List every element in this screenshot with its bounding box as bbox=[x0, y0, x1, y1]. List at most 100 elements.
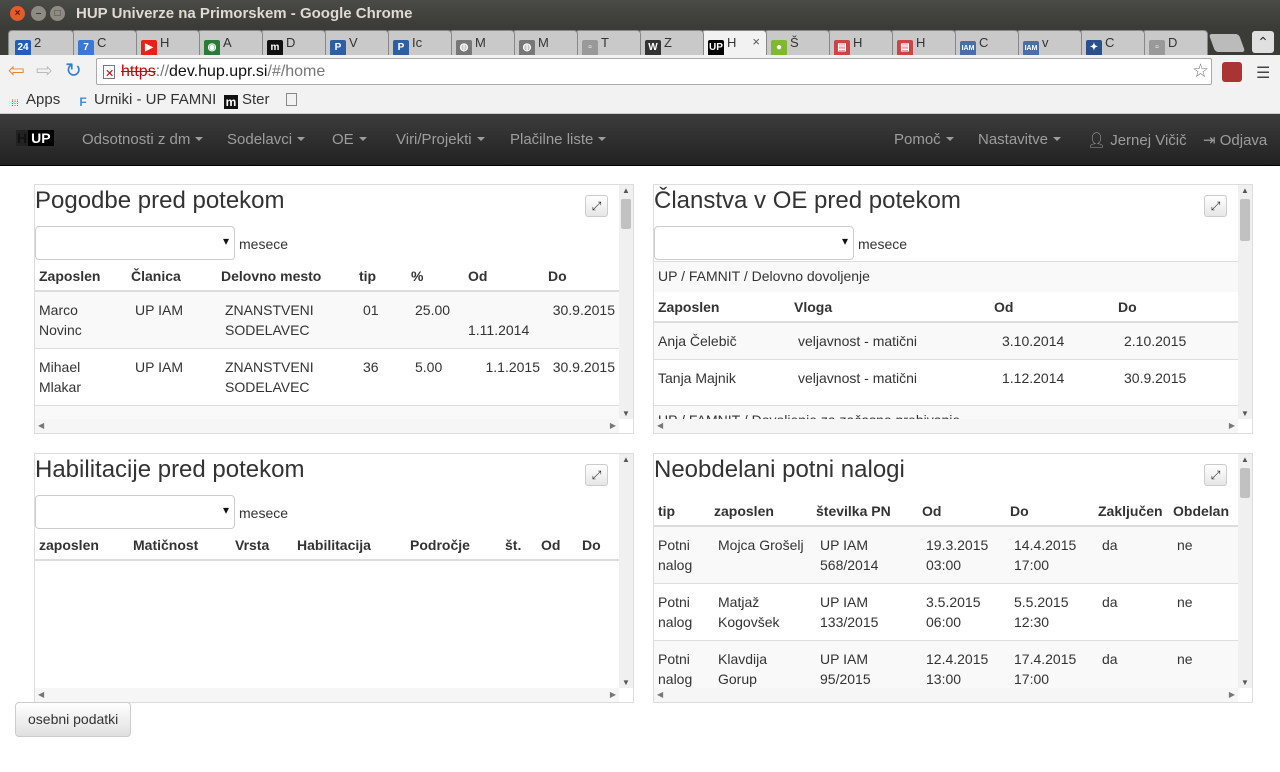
vertical-scrollbar[interactable]: ▲ ▼ bbox=[1238, 454, 1252, 688]
scroll-up-icon[interactable]: ▲ bbox=[622, 186, 630, 195]
scroll-left-icon[interactable]: ◀ bbox=[657, 421, 663, 430]
vertical-scrollbar[interactable]: ▲ ▼ bbox=[619, 185, 633, 419]
table-row[interactable]: Tanja Majnik veljavnost - matični 1.12.2… bbox=[654, 359, 1238, 396]
browser-tab[interactable]: ◍ M bbox=[512, 30, 578, 55]
table-row[interactable]: Potni nalog Matjaž Kogovšek UP IAM 133/2… bbox=[654, 583, 1238, 641]
address-bar[interactable]: https://dev.hup.upr.si/#/home ☆ bbox=[96, 58, 1212, 87]
col-header[interactable]: tip bbox=[654, 496, 710, 527]
scroll-down-icon[interactable]: ▼ bbox=[1241, 678, 1249, 687]
col-header[interactable]: Matičnost bbox=[129, 530, 231, 561]
horizontal-scrollbar[interactable]: ◀ ▶ bbox=[654, 688, 1238, 702]
horizontal-scrollbar[interactable]: ◀ ▶ bbox=[35, 688, 619, 702]
browser-tab[interactable]: ▤ H bbox=[827, 30, 893, 55]
scroll-up-icon[interactable]: ▲ bbox=[1241, 455, 1249, 464]
col-header[interactable]: % bbox=[407, 261, 464, 292]
nav-placilne-liste[interactable]: Plačilne liste bbox=[510, 131, 607, 148]
window-minimize-button[interactable]: – bbox=[31, 6, 46, 21]
scrollbar-thumb[interactable] bbox=[621, 199, 631, 229]
scroll-left-icon[interactable]: ◀ bbox=[38, 690, 44, 699]
col-header[interactable]: Od bbox=[918, 496, 1006, 527]
col-header[interactable]: št. bbox=[501, 530, 537, 561]
scroll-down-icon[interactable]: ▼ bbox=[622, 409, 630, 418]
star-icon[interactable]: ☆ bbox=[1192, 59, 1209, 84]
col-header[interactable]: Od bbox=[990, 292, 1114, 323]
bookmark-apps[interactable]: ⁞⁞⁞ Apps bbox=[8, 91, 60, 110]
col-header[interactable]: zaposlen bbox=[710, 496, 812, 527]
vertical-scrollbar[interactable]: ▲ ▼ bbox=[619, 454, 633, 688]
browser-tab[interactable]: ▤ H bbox=[890, 30, 956, 55]
tab-list-icon[interactable]: ⌃ bbox=[1252, 31, 1274, 53]
back-arrow-icon[interactable]: ⇦ bbox=[8, 61, 25, 81]
bookmark-page[interactable] bbox=[286, 91, 301, 108]
browser-tab[interactable]: ▫ D bbox=[1142, 30, 1208, 55]
col-header[interactable]: Zaključen bbox=[1094, 496, 1169, 527]
scroll-left-icon[interactable]: ◀ bbox=[38, 421, 44, 430]
table-row[interactable]: Potni nalog Mojca Grošelj UP IAM 568/201… bbox=[654, 525, 1238, 584]
nav-help[interactable]: Pomoč bbox=[894, 131, 954, 148]
col-header[interactable]: Od bbox=[464, 261, 544, 292]
months-select[interactable] bbox=[654, 226, 854, 260]
hamburger-menu-icon[interactable]: ☰ bbox=[1256, 63, 1270, 83]
forward-arrow-icon[interactable]: ⇨ bbox=[36, 61, 53, 81]
table-row[interactable]: Mihael Mlakar UP IAM ZNANSTVENI SODELAVE… bbox=[35, 348, 619, 406]
nav-user[interactable]: 👤︎ Jernej Vičič bbox=[1087, 131, 1187, 149]
browser-tab[interactable]: ▫ T bbox=[575, 30, 641, 55]
scrollbar-thumb[interactable] bbox=[1240, 199, 1250, 241]
new-tab-button[interactable] bbox=[1208, 34, 1246, 52]
horizontal-scrollbar[interactable]: ◀ ▶ bbox=[654, 419, 1238, 433]
bookmark-ster[interactable]: m Ster bbox=[224, 91, 270, 109]
scroll-right-icon[interactable]: ▶ bbox=[1229, 690, 1235, 699]
col-header[interactable]: Do bbox=[544, 261, 619, 292]
browser-tab[interactable]: PV bbox=[323, 30, 389, 55]
col-header[interactable]: Obdelan bbox=[1169, 496, 1238, 527]
nav-settings[interactable]: Nastavitve bbox=[978, 131, 1062, 148]
vertical-scrollbar[interactable]: ▲ ▼ bbox=[1238, 185, 1252, 419]
window-maximize-button[interactable]: □ bbox=[50, 6, 65, 21]
expand-icon[interactable]: ⤢ bbox=[1204, 195, 1227, 217]
window-close-button[interactable]: × bbox=[10, 6, 25, 21]
bookmark-urniki[interactable]: F Urniki - UP FAMNI bbox=[76, 91, 216, 109]
hup-logo[interactable]: H UP bbox=[16, 130, 54, 150]
nav-oe[interactable]: OE bbox=[332, 131, 367, 148]
nav-logout[interactable]: ⇥ Odjava bbox=[1203, 131, 1267, 149]
scroll-left-icon[interactable]: ◀ bbox=[657, 690, 663, 699]
months-select[interactable] bbox=[35, 495, 235, 529]
scroll-up-icon[interactable]: ▲ bbox=[1241, 186, 1249, 195]
scroll-up-icon[interactable]: ▲ bbox=[622, 455, 630, 464]
col-header[interactable]: Od bbox=[537, 530, 578, 561]
browser-tab[interactable]: ◍ M bbox=[449, 30, 515, 55]
close-icon[interactable]: × bbox=[752, 34, 760, 49]
table-row[interactable]: Marco Novinc UP IAM ZNANSTVENI SODELAVEC… bbox=[35, 290, 619, 349]
col-header[interactable]: Zaposlen bbox=[654, 292, 790, 323]
browser-tab[interactable]: WZ bbox=[638, 30, 704, 55]
browser-tab[interactable]: 24 2 bbox=[8, 30, 74, 55]
col-header[interactable]: Habilitacija bbox=[293, 530, 406, 561]
browser-tab[interactable]: ● Š bbox=[764, 30, 830, 55]
browser-tab[interactable]: ✦ C bbox=[1079, 30, 1145, 55]
nav-viri-projekti[interactable]: Viri/Projekti bbox=[396, 131, 485, 148]
col-header[interactable]: Do bbox=[1006, 496, 1094, 527]
scroll-right-icon[interactable]: ▶ bbox=[610, 690, 616, 699]
col-header[interactable]: zaposlen bbox=[35, 530, 129, 561]
scrollbar-thumb[interactable] bbox=[1240, 468, 1250, 498]
nav-odsotnosti[interactable]: Odsotnosti z dm bbox=[82, 131, 204, 148]
reload-icon[interactable]: ↻ bbox=[65, 61, 82, 81]
browser-tab[interactable]: IAM v bbox=[1016, 30, 1082, 55]
browser-tab[interactable]: mD bbox=[260, 30, 326, 55]
months-select[interactable] bbox=[35, 226, 235, 260]
horizontal-scrollbar[interactable]: ◀ ▶ bbox=[35, 419, 619, 433]
col-header[interactable]: Zaposlen bbox=[35, 261, 127, 292]
browser-tab[interactable]: 7C bbox=[71, 30, 137, 55]
table-row[interactable]: Anja Čelebič veljavnost - matični 3.10.2… bbox=[654, 321, 1238, 360]
col-header[interactable]: tip bbox=[355, 261, 407, 292]
col-header[interactable]: Področje bbox=[406, 530, 501, 561]
browser-tab[interactable]: ▶ H bbox=[134, 30, 200, 55]
col-header[interactable]: Vrsta bbox=[231, 530, 293, 561]
scroll-down-icon[interactable]: ▼ bbox=[1241, 409, 1249, 418]
scroll-right-icon[interactable]: ▶ bbox=[610, 421, 616, 430]
personal-data-button[interactable]: osebni podatki bbox=[15, 702, 132, 737]
browser-tab[interactable]: IAM C bbox=[953, 30, 1019, 55]
expand-icon[interactable]: ⤢ bbox=[585, 464, 608, 486]
col-header[interactable]: Delovno mesto bbox=[217, 261, 355, 292]
col-header[interactable]: Do bbox=[1114, 292, 1238, 323]
